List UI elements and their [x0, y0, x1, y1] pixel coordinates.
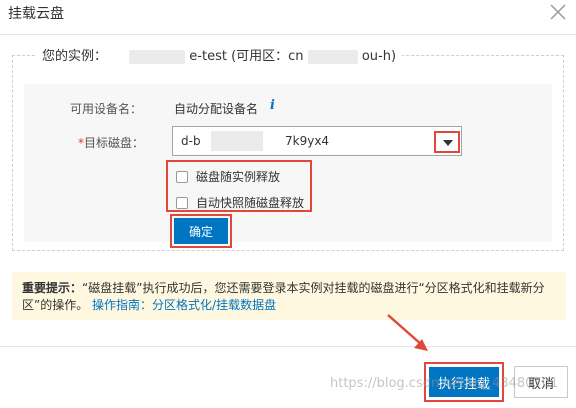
instance-name: e-test (可用区：cn [189, 49, 304, 64]
redacted-mask [307, 49, 358, 64]
dialog-title: 挂载云盘 [8, 6, 64, 22]
checkbox-label: 自动快照随磁盘释放 [196, 196, 305, 210]
checkbox-label: 磁盘随实例释放 [196, 170, 281, 184]
instance-zone: ou-h) [361, 49, 397, 64]
redacted-mask [129, 49, 186, 64]
redacted-mask [211, 131, 263, 151]
checkbox-snapshot-release[interactable]: 自动快照随磁盘释放 [176, 194, 304, 211]
notice-box: 重要提示：“磁盘挂载”执行成功后，您还需要登录本实例对挂载的磁盘进行“分区格式化… [12, 272, 566, 320]
notice-title: 重要提示： [22, 281, 83, 295]
device-label: 可用设备名： [70, 102, 143, 116]
checkbox-release-with-instance[interactable]: 磁盘随实例释放 [176, 168, 280, 185]
disk-value-suffix: 7k9yx4 [285, 134, 330, 148]
info-icon[interactable]: i [270, 99, 280, 113]
footer-divider [0, 346, 576, 347]
close-icon[interactable] [548, 2, 568, 22]
device-value: 自动分配设备名 [174, 102, 259, 116]
target-disk-select[interactable]: d-b 7k9yx4 [172, 126, 462, 156]
release-options-group: 磁盘随实例释放 自动快照随磁盘释放 [166, 160, 312, 212]
instance-legend: 您的实例： e-test (可用区：cn ou-h) [36, 45, 403, 64]
annotation-arrow-icon [387, 314, 428, 351]
dropdown-arrow-icon[interactable] [434, 131, 460, 153]
watermark: https://blog.csdn.net/qq_43480701 [330, 376, 559, 391]
disk-label: *目标磁盘： [78, 134, 144, 151]
checkbox-box[interactable] [176, 196, 188, 209]
disk-value-prefix: d-b [181, 134, 201, 148]
confirm-button[interactable]: 确定 [174, 218, 228, 244]
instance-label: 您的实例： [42, 49, 108, 64]
guide-link[interactable]: 操作指南：分区格式化/挂载数据盘 [92, 298, 276, 312]
confirm-highlight: 确定 [170, 214, 232, 248]
title-divider [0, 34, 576, 35]
disk-label-text: 目标磁盘： [84, 136, 145, 150]
checkbox-box[interactable] [176, 170, 188, 183]
